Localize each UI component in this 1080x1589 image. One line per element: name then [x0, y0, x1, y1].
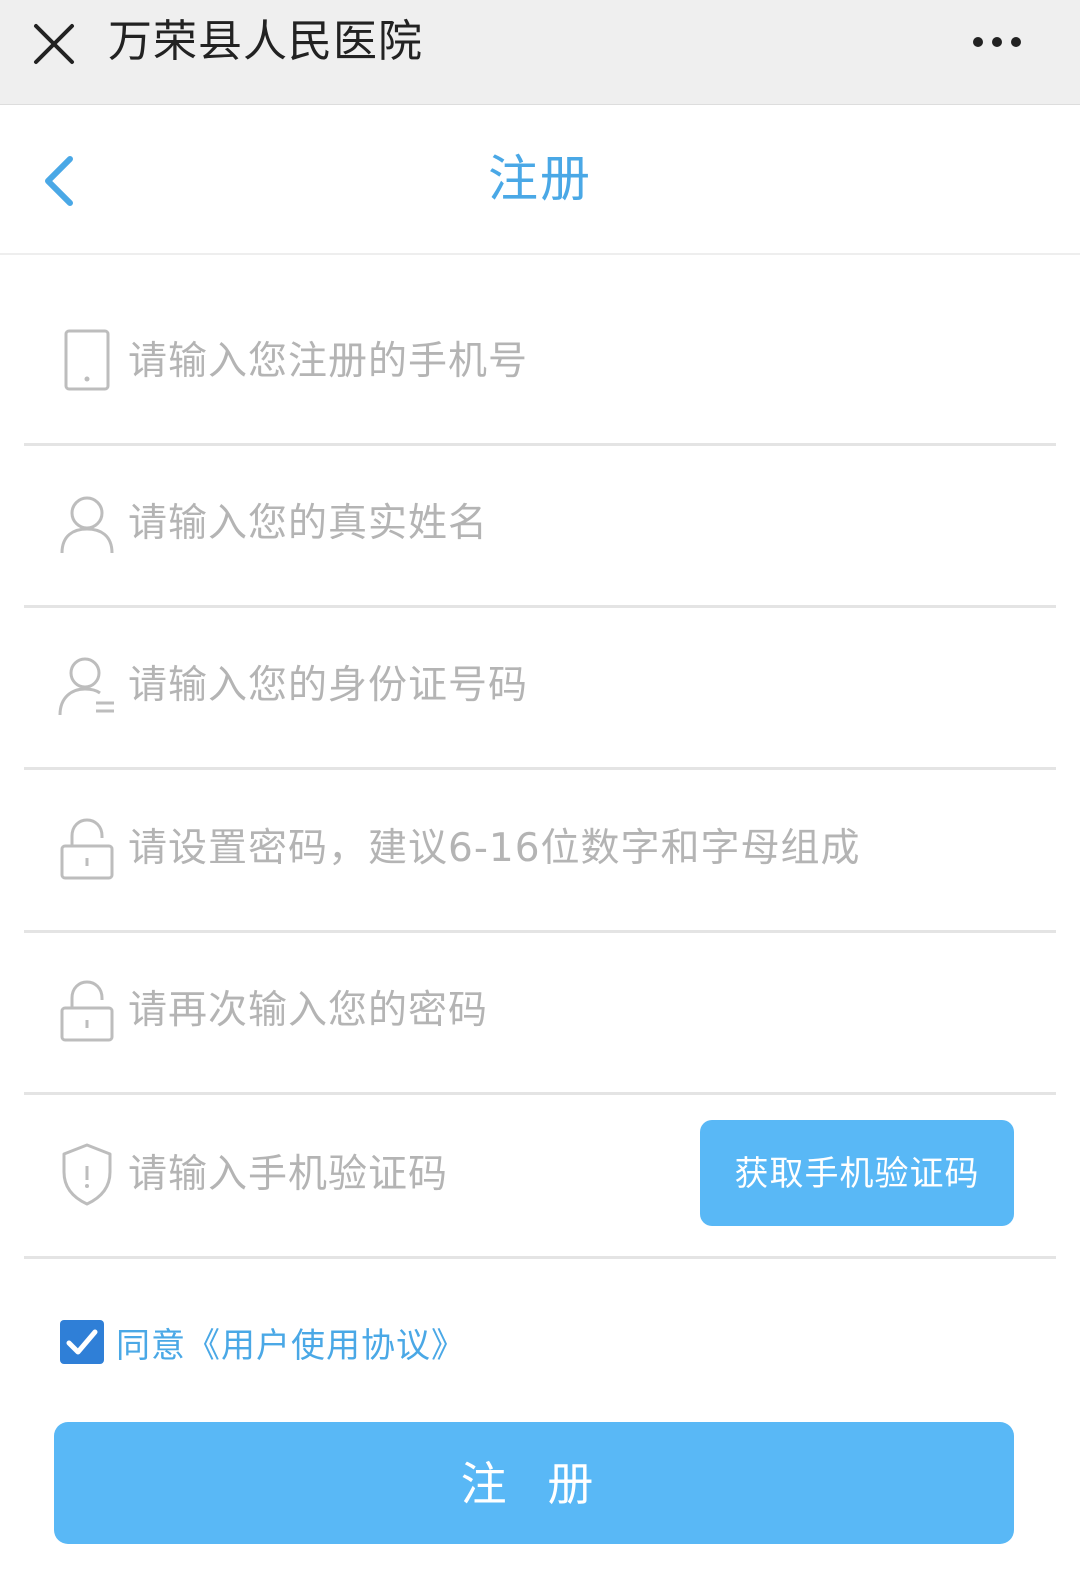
lock-icon: [60, 818, 114, 880]
register-button[interactable]: 注 册: [54, 1422, 1014, 1544]
shield-icon: [62, 1143, 112, 1206]
user-agreement-link[interactable]: 同意《用户使用协议》: [116, 1318, 466, 1367]
password-confirm-field-row: [24, 930, 1056, 1095]
phone-field-row: [24, 281, 1056, 446]
phone-input[interactable]: [128, 321, 1028, 401]
password-confirm-input[interactable]: [128, 970, 1028, 1050]
sms-code-input[interactable]: [128, 1134, 688, 1214]
lock-icon: [60, 980, 114, 1042]
nav-bar: 注册: [0, 105, 1080, 255]
user-icon: [60, 496, 114, 554]
id-card-input[interactable]: [128, 645, 1028, 725]
password-input[interactable]: [128, 808, 1028, 888]
agreement-row: 同意《用户使用协议》: [60, 1318, 466, 1366]
page-title: 注册: [488, 150, 592, 208]
id-user-icon: [58, 657, 114, 716]
agreement-checkbox[interactable]: [60, 1320, 104, 1364]
id-card-field-row: [24, 605, 1056, 770]
app-header: 万荣县人民医院: [0, 0, 1080, 105]
get-sms-code-button[interactable]: 获取手机验证码: [700, 1120, 1014, 1226]
sms-code-field-row: 获取手机验证码: [24, 1094, 1056, 1259]
more-button[interactable]: [972, 28, 1032, 56]
close-icon: [34, 24, 74, 64]
app-title: 万荣县人民医院: [108, 16, 423, 67]
password-field-row: [24, 768, 1056, 933]
more-dots-icon: [973, 37, 1021, 47]
checkmark-icon: [66, 1329, 98, 1355]
real-name-input[interactable]: [128, 483, 1028, 563]
close-button[interactable]: [30, 20, 78, 68]
phone-icon: [64, 329, 110, 391]
name-field-row: [24, 443, 1056, 608]
